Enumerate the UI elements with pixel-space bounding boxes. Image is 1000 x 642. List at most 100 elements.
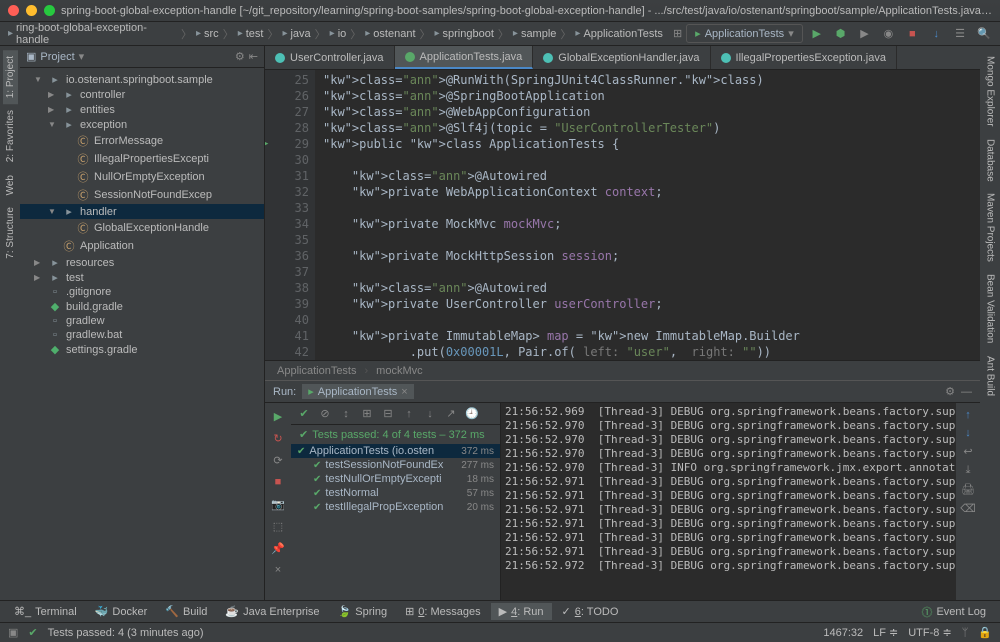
tree-item[interactable]: ⒸSessionNotFoundExcep [20, 186, 264, 204]
project-settings-icon[interactable]: ⚙ [235, 50, 245, 63]
export-results-button[interactable]: ↗ [442, 405, 460, 423]
vcs-commit-button[interactable]: ☰ [950, 24, 970, 44]
tree-item[interactable]: ▶▸entities [20, 102, 264, 117]
breadcrumb-item[interactable]: ▸ring-boot-global-exception-handle [6, 22, 179, 46]
editor-gutter[interactable]: 2526272829▶30313233343536373839404142434… [265, 70, 315, 360]
left-tab[interactable]: 1: Project [3, 50, 18, 104]
test-item[interactable]: ✔ApplicationTests (io.osten372 ms [291, 444, 500, 458]
breadcrumb-class[interactable]: ApplicationTests [277, 365, 357, 377]
breadcrumb-item[interactable]: ▸springboot [433, 28, 496, 40]
tree-item[interactable]: ⒸGlobalExceptionHandle [20, 219, 264, 237]
breadcrumb-item[interactable]: ▸java [280, 28, 312, 40]
dump-threads-button[interactable]: 📷 [269, 495, 287, 513]
stop-button[interactable]: ■ [902, 24, 922, 44]
lock-icon[interactable]: 🔒 [978, 626, 992, 639]
scroll-to-end-icon[interactable]: ⤓ [966, 464, 971, 477]
right-tab[interactable]: Maven Projects [983, 187, 998, 268]
left-tab[interactable]: 7: Structure [3, 201, 18, 265]
expand-all-button[interactable]: ⊞ [358, 405, 376, 423]
tree-item[interactable]: ⒸApplication [20, 237, 264, 255]
bottom-tab[interactable]: 🐳Docker [87, 603, 156, 620]
project-tree[interactable]: ▼▸io.ostenant.springboot.sample▶▸control… [20, 68, 264, 600]
show-passed-button[interactable]: ✔ [295, 405, 313, 423]
tree-item[interactable]: ⒸNullOrEmptyException [20, 168, 264, 186]
breadcrumb-item[interactable]: ▸ApplicationTests [573, 28, 665, 40]
prev-test-button[interactable]: ↑ [400, 405, 418, 423]
close-window-icon[interactable] [8, 5, 19, 16]
code-editor[interactable]: 2526272829▶30313233343536373839404142434… [265, 70, 980, 360]
breadcrumb-item[interactable]: ▸sample [511, 28, 559, 40]
editor-tab[interactable]: ApplicationTests.java [395, 46, 534, 69]
sort-button[interactable]: ↕ [337, 405, 355, 423]
event-log-tab[interactable]: ⓵ Event Log [913, 602, 994, 622]
tree-item[interactable]: ▶▸resources [20, 255, 264, 270]
search-everywhere-button[interactable]: 🔍 [974, 24, 994, 44]
right-tab[interactable]: Database [983, 133, 998, 188]
run-configuration-selector[interactable]: ▸ ApplicationTests ▾ [686, 24, 803, 43]
bottom-tab[interactable]: ⌘_Terminal [6, 603, 85, 620]
status-tool-windows-icon[interactable]: ▣ [8, 626, 18, 639]
tree-item[interactable]: ⒸIllegalPropertiesExcepti [20, 150, 264, 168]
caret-position[interactable]: 1467:32 [823, 627, 863, 639]
test-item[interactable]: ✔testSessionNotFoundEx277 ms [291, 458, 500, 472]
next-test-button[interactable]: ↓ [421, 405, 439, 423]
run-config-sticky-icon[interactable]: ⊞ [673, 27, 682, 40]
project-collapse-icon[interactable]: ⇤ [249, 50, 258, 63]
file-encoding[interactable]: UTF-8 ≑ [908, 626, 951, 639]
left-tab[interactable]: 2: Favorites [3, 104, 18, 168]
scroll-down-icon[interactable]: ↓ [965, 427, 971, 439]
debug-button[interactable]: ⬢ [831, 24, 851, 44]
scroll-up-icon[interactable]: ↑ [965, 409, 971, 421]
show-ignored-button[interactable]: ⊘ [316, 405, 334, 423]
minimize-window-icon[interactable] [26, 5, 37, 16]
toggle-autotest-button[interactable]: ⟳ [269, 451, 287, 469]
restore-layout-button[interactable]: ⬚ [269, 517, 287, 535]
bottom-tab[interactable]: ☕Java Enterprise [217, 603, 327, 620]
bottom-tab[interactable]: ⊞0: Messages [397, 603, 489, 620]
breadcrumb-item[interactable]: ▸test [236, 28, 266, 40]
test-tree[interactable]: ✔ApplicationTests (io.osten372 ms✔testSe… [291, 444, 500, 600]
tree-item[interactable]: ▼▸io.ostenant.springboot.sample [20, 72, 264, 87]
tree-item[interactable]: ▶▸test [20, 270, 264, 285]
clear-all-icon[interactable]: ⌫ [960, 502, 976, 515]
rerun-button[interactable]: ▶ [269, 407, 287, 425]
tree-item[interactable]: ▼▸handler [20, 204, 264, 219]
test-item[interactable]: ✔testIllegalPropException20 ms [291, 500, 500, 514]
print-icon[interactable]: 🖨 [961, 483, 975, 496]
bottom-tab[interactable]: 🔨Build [157, 603, 215, 620]
tree-item[interactable]: ▶▸controller [20, 87, 264, 102]
tree-item[interactable]: ⒸErrorMessage [20, 132, 264, 150]
editor-content[interactable]: "kw">class="ann">@RunWith(SpringJUnit4Cl… [315, 70, 980, 360]
history-button[interactable]: 🕘 [463, 405, 481, 423]
tree-item[interactable]: ◆build.gradle [20, 299, 264, 314]
close-run-tab-icon[interactable]: × [401, 386, 407, 398]
breadcrumb-item[interactable]: ▸io [328, 28, 349, 40]
line-separator[interactable]: LF ≑ [873, 626, 898, 639]
vcs-update-button[interactable]: ↓ [926, 24, 946, 44]
rerun-failed-button[interactable]: ↻ [269, 429, 287, 447]
tree-item[interactable]: ▫gradlew [20, 314, 264, 328]
bottom-tab[interactable]: ✓6: TODO [554, 603, 627, 620]
run-config-tab[interactable]: ▸ ApplicationTests × [302, 384, 413, 399]
run-button[interactable]: ▶ [807, 24, 827, 44]
tree-item[interactable]: ▫.gitignore [20, 285, 264, 299]
test-item[interactable]: ✔testNormal57 ms [291, 486, 500, 500]
left-tab[interactable]: Web [3, 169, 18, 201]
editor-tab[interactable]: GlobalExceptionHandler.java [533, 46, 710, 69]
bottom-tab[interactable]: ▶4: Run [491, 603, 552, 620]
profile-button[interactable]: ◉ [878, 24, 898, 44]
git-branch-icon[interactable]: ᛘ [962, 627, 969, 639]
test-item[interactable]: ✔testNullOrEmptyExcepti18 ms [291, 472, 500, 486]
soft-wrap-icon[interactable]: ↩ [963, 445, 972, 458]
breadcrumb-item[interactable]: ▸ostenant [363, 28, 417, 40]
pin-tab-button[interactable]: 📌 [269, 539, 287, 557]
bottom-tab[interactable]: 🍃Spring [330, 603, 396, 620]
tree-item[interactable]: ▼▸exception [20, 117, 264, 132]
run-settings-icon[interactable]: ⚙ [945, 385, 955, 398]
editor-tab[interactable]: UserController.java [265, 46, 395, 69]
right-tab[interactable]: Mongo Explorer [983, 50, 998, 133]
console-output[interactable]: 21:56:52.969 [Thread-3] DEBUG org.spring… [501, 403, 956, 600]
coverage-button[interactable]: ▶ [855, 24, 875, 44]
right-tab[interactable]: Ant Build [983, 350, 998, 402]
close-tab-button[interactable]: × [269, 561, 287, 579]
